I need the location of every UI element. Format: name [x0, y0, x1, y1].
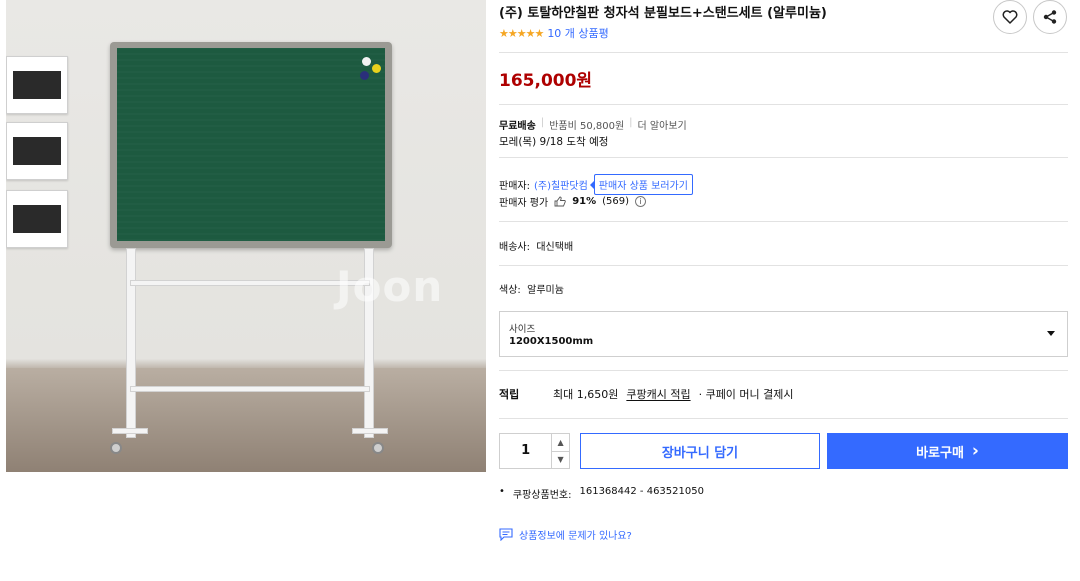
buy-now-button[interactable]: 바로구매 ›	[827, 433, 1068, 469]
wall-frame-1	[6, 56, 68, 114]
reward-row: 적립 최대 1,650원 쿠팡캐시 적립 · 쿠페이 머니 결제시	[499, 386, 794, 402]
watermark: Joon	[336, 262, 444, 311]
size-select-label: 사이즈	[509, 324, 536, 335]
divider	[499, 418, 1068, 419]
divider	[499, 52, 1068, 53]
magnet-yellow	[372, 64, 381, 73]
reward-max: 최대 1,650원	[553, 388, 619, 401]
heart-icon	[1002, 10, 1018, 24]
rating-row: ★★★★★ 10 개 상품평	[499, 25, 609, 41]
buy-now-label: 바로구매	[916, 445, 964, 461]
info-icon[interactable]: i	[635, 196, 647, 207]
divider	[499, 221, 1068, 222]
return-fee: 반품비 50,800원	[549, 121, 625, 132]
price: 165,000원	[499, 71, 593, 91]
product-title: (주) 토탈하얀칠판 청자석 분필보드+스탠드세트 (알루미늄)	[499, 6, 827, 21]
chevron-right-icon: ›	[971, 440, 979, 461]
stand-leg-left	[126, 248, 136, 438]
shipping-more-link[interactable]: 더 알아보기	[638, 117, 687, 132]
stand-foot-left	[112, 428, 148, 434]
size-select-value: 1200X1500mm	[509, 336, 594, 347]
seller-products-button[interactable]: 판매자 상품 보러가기	[589, 174, 693, 195]
report-problem-link[interactable]: 상품정보에 문제가 있나요?	[499, 527, 632, 542]
coupang-cash-link[interactable]: 쿠팡캐시 적립	[626, 386, 690, 402]
quantity-stepper[interactable]: 1 ▲ ▼	[499, 433, 570, 469]
product-id-value: 161368442 - 463521050	[579, 486, 704, 497]
stand-bar-top	[130, 280, 370, 286]
review-count-link[interactable]: 10 개 상품평	[547, 25, 608, 41]
product-id-row: • 쿠팡상품번호: 161368442 - 463521050	[499, 486, 704, 501]
quantity-down-icon[interactable]: ▼	[552, 450, 569, 469]
photo-floor	[6, 368, 486, 472]
chalkboard	[110, 42, 392, 248]
divider	[499, 265, 1068, 266]
seller-row: 판매자: (주)칠판닷컴 판매자 상품 보러가기	[499, 174, 693, 195]
wishlist-button[interactable]	[993, 0, 1027, 34]
color-option: 색상: 알루미늄	[499, 285, 564, 296]
divider	[499, 157, 1068, 158]
seller-evaluation: 판매자 평가 91% (569) i	[499, 194, 647, 209]
seller-name-link[interactable]: (주)칠판닷컴	[534, 177, 588, 192]
chevron-down-icon	[1047, 331, 1055, 336]
delivery-company: 배송사: 대신택배	[499, 242, 574, 253]
product-id-label: 쿠팡상품번호:	[512, 490, 572, 501]
free-shipping-label: 무료배송	[499, 121, 536, 132]
wall-frame-3	[6, 190, 68, 248]
arrival-estimate: 모레(목) 9/18 도착 예정	[499, 136, 609, 148]
seller-eval-label: 판매자 평가	[499, 198, 549, 209]
stand-bar-bottom	[130, 386, 370, 392]
divider	[499, 104, 1068, 105]
chat-icon	[499, 528, 513, 541]
divider	[499, 370, 1068, 371]
stand-foot-right	[352, 428, 388, 434]
star-rating-icon: ★★★★★	[499, 26, 544, 40]
wheel-right	[372, 442, 384, 454]
seller-label: 판매자:	[499, 181, 530, 192]
share-button[interactable]	[1033, 0, 1067, 34]
reward-suffix: · 쿠페이 머니 결제시	[698, 388, 794, 401]
add-to-cart-button[interactable]: 장바구니 담기	[580, 433, 820, 469]
product-image[interactable]: Joon	[6, 0, 486, 472]
shipping-info: 무료배송 | 반품비 50,800원 | 더 알아보기	[499, 117, 687, 132]
quantity-up-icon[interactable]: ▲	[552, 434, 569, 451]
magnet-white	[362, 57, 371, 66]
thumbs-up-icon	[554, 196, 566, 207]
wheel-left	[110, 442, 122, 454]
reward-label: 적립	[499, 388, 520, 401]
wall-frame-2	[6, 122, 68, 180]
quantity-value[interactable]: 1	[500, 434, 551, 468]
seller-eval-pct: 91%	[572, 196, 597, 207]
share-icon	[1043, 10, 1057, 24]
magnet-navy	[360, 71, 369, 80]
size-select[interactable]: 사이즈 1200X1500mm	[499, 311, 1068, 357]
seller-eval-count: (569)	[602, 196, 630, 207]
